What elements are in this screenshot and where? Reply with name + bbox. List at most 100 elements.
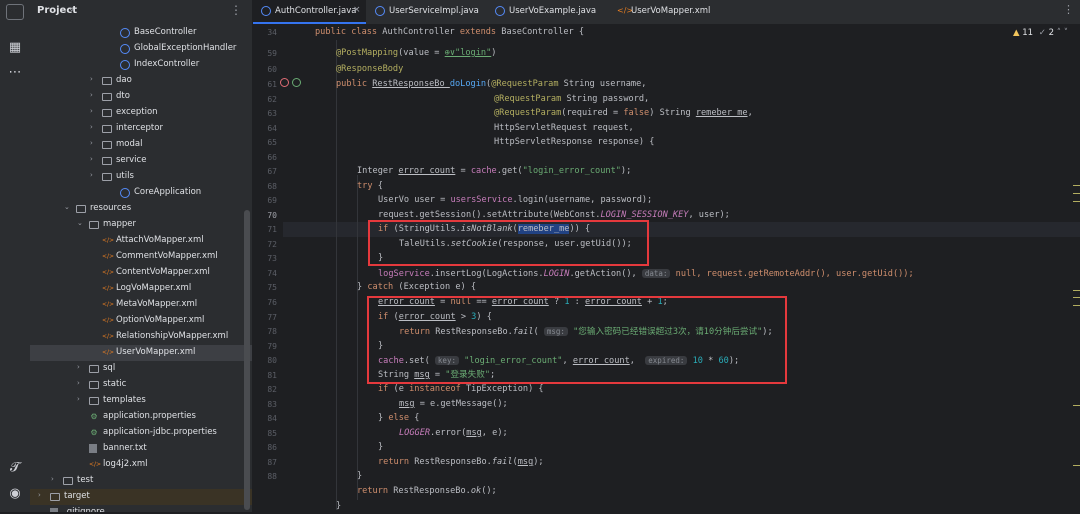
more-tabs-icon[interactable]: ⋮: [1063, 3, 1074, 16]
tree-item[interactable]: › target: [30, 489, 252, 505]
chevron-right-icon[interactable]: ›: [90, 91, 93, 99]
chevron-right-icon[interactable]: ›: [90, 155, 93, 163]
code-line: if (e instanceof TipException) {: [378, 384, 544, 394]
tree-item[interactable]: › utils: [30, 169, 252, 185]
folder-icon: [102, 157, 112, 165]
tree-item[interactable]: BaseController: [30, 25, 252, 41]
chevron-up-icon[interactable]: ˄: [1057, 28, 1061, 38]
inspection-widget[interactable]: ▲ 11 ✓ 2 ˄ ˅: [1013, 28, 1068, 38]
xml-file-icon: </>: [89, 461, 102, 468]
tree-item[interactable]: </> MetaVoMapper.xml: [30, 297, 252, 313]
code-line: } else {: [378, 413, 420, 423]
project-tool-icon[interactable]: [6, 4, 24, 20]
chevron-down-icon[interactable]: ⌄: [77, 219, 83, 227]
tree-item-label: static: [103, 379, 127, 389]
tab-user-service-impl[interactable]: UserServiceImpl.java: [367, 0, 485, 24]
tree-item-label: resources: [90, 203, 132, 213]
chevron-right-icon[interactable]: ›: [90, 123, 93, 131]
structure-icon[interactable]: ▦: [5, 37, 25, 57]
services-icon[interactable]: ◉: [5, 483, 25, 503]
xml-file-icon: </>: [102, 301, 115, 308]
line-number: 74: [267, 269, 277, 278]
tree-item-label: UserVoMapper.xml: [116, 347, 196, 357]
more-tools-icon[interactable]: ⋯: [5, 62, 25, 82]
folder-icon: [102, 141, 112, 149]
tree-item[interactable]: › test: [30, 473, 252, 489]
tree-item[interactable]: </> RelationshipVoMapper.xml: [30, 329, 252, 345]
tree-item[interactable]: › templates: [30, 393, 252, 409]
line-number: 66: [267, 153, 277, 162]
tree-item-label: CoreApplication: [134, 187, 202, 197]
tree-item[interactable]: banner.txt: [30, 441, 252, 457]
line-number: 34: [267, 28, 277, 37]
tree-item[interactable]: › interceptor: [30, 121, 252, 137]
chevron-right-icon[interactable]: ›: [51, 475, 54, 483]
line-number: 61: [267, 80, 277, 89]
chevron-right-icon[interactable]: ›: [77, 379, 80, 387]
tab-user-vo-mapper[interactable]: </> UserVoMapper.xml: [609, 0, 729, 24]
tree-item[interactable]: CoreApplication: [30, 185, 252, 201]
tree-item[interactable]: ⌄ mapper: [30, 217, 252, 233]
chevron-right-icon[interactable]: ›: [77, 395, 80, 403]
run-gutter-icon[interactable]: [292, 78, 301, 87]
tree-item[interactable]: › modal: [30, 137, 252, 153]
java-class-icon: [120, 28, 130, 38]
properties-file-icon: ⚙: [90, 412, 98, 421]
line-number: 78: [267, 327, 277, 336]
code-editor[interactable]: ▲ 11 ✓ 2 ˄ ˅ 34 59 60 61 62 63 64 65 66 67 68 69 70 7…: [253, 25, 1080, 512]
tree-item[interactable]: GlobalExceptionHandler: [30, 41, 252, 57]
tree-item[interactable]: › static: [30, 377, 252, 393]
tree-item[interactable]: › dto: [30, 89, 252, 105]
java-class-icon: [120, 188, 130, 198]
tree-item-label: AttachVoMapper.xml: [116, 235, 204, 245]
tab-user-vo-example[interactable]: UserVoExample.java: [487, 0, 607, 24]
tree-item-label: service: [116, 155, 147, 165]
chevron-right-icon[interactable]: ›: [90, 139, 93, 147]
debug-breakpoint-icon[interactable]: [280, 78, 289, 87]
tree-item[interactable]: </> OptionVoMapper.xml: [30, 313, 252, 329]
chevron-right-icon[interactable]: ›: [38, 491, 41, 499]
tree-item[interactable]: .gitignore: [30, 505, 252, 512]
ide-window: ▦ ⋯ 𝓣 ◉ Project ⌄ ⋮ BaseController Global…: [0, 0, 1080, 512]
tree-item[interactable]: › exception: [30, 105, 252, 121]
project-panel-header: Project ⌄ ⋮: [30, 0, 252, 24]
chevron-right-icon[interactable]: ›: [90, 171, 93, 179]
scroll-marker: [1073, 193, 1080, 194]
tab-auth-controller[interactable]: AuthController.java ×: [253, 0, 366, 24]
terminal-icon[interactable]: 𝓣: [5, 457, 25, 477]
code-line: } catch (Exception e) {: [357, 282, 477, 292]
tree-item[interactable]: </> ContentVoMapper.xml: [30, 265, 252, 281]
xml-file-icon: </>: [102, 253, 115, 260]
line-number: 59: [267, 49, 277, 58]
tree-item[interactable]: </> LogVoMapper.xml: [30, 281, 252, 297]
tree-item[interactable]: › sql: [30, 361, 252, 377]
chevron-right-icon[interactable]: ›: [77, 363, 80, 371]
more-options-icon[interactable]: ⋮: [230, 3, 242, 17]
chevron-down-icon[interactable]: ⌄: [68, 4, 76, 14]
project-scrollbar[interactable]: [244, 210, 250, 510]
code-line: LOGGER.error(msg, e);: [399, 428, 508, 438]
tree-item-label: application-jdbc.properties: [103, 427, 217, 437]
chevron-right-icon[interactable]: ›: [90, 75, 93, 83]
tree-item[interactable]: </> log4j2.xml: [30, 457, 252, 473]
folder-icon: [102, 125, 112, 133]
line-number: 87: [267, 458, 277, 467]
chevron-down-icon[interactable]: ˅: [1064, 28, 1068, 38]
close-icon[interactable]: ×: [353, 5, 361, 15]
chevron-down-icon[interactable]: ⌄: [64, 203, 70, 211]
tree-item[interactable]: </> CommentVoMapper.xml: [30, 249, 252, 265]
code-line: HttpServletRequest request,: [494, 123, 634, 133]
folder-icon: [63, 477, 73, 485]
tree-item[interactable]: </> AttachVoMapper.xml: [30, 233, 252, 249]
chevron-right-icon[interactable]: ›: [90, 107, 93, 115]
tree-item[interactable]: › dao: [30, 73, 252, 89]
tree-item-label: LogVoMapper.xml: [116, 283, 192, 293]
tree-item[interactable]: </> UserVoMapper.xml: [30, 345, 252, 361]
tree-item[interactable]: ⚙ application-jdbc.properties: [30, 425, 252, 441]
scroll-marker: [1073, 297, 1080, 298]
tree-item[interactable]: ⌄ resources: [30, 201, 252, 217]
text-file-icon: [89, 444, 97, 453]
tree-item[interactable]: › service: [30, 153, 252, 169]
tree-item[interactable]: ⚙ application.properties: [30, 409, 252, 425]
tree-item[interactable]: IndexController: [30, 57, 252, 73]
